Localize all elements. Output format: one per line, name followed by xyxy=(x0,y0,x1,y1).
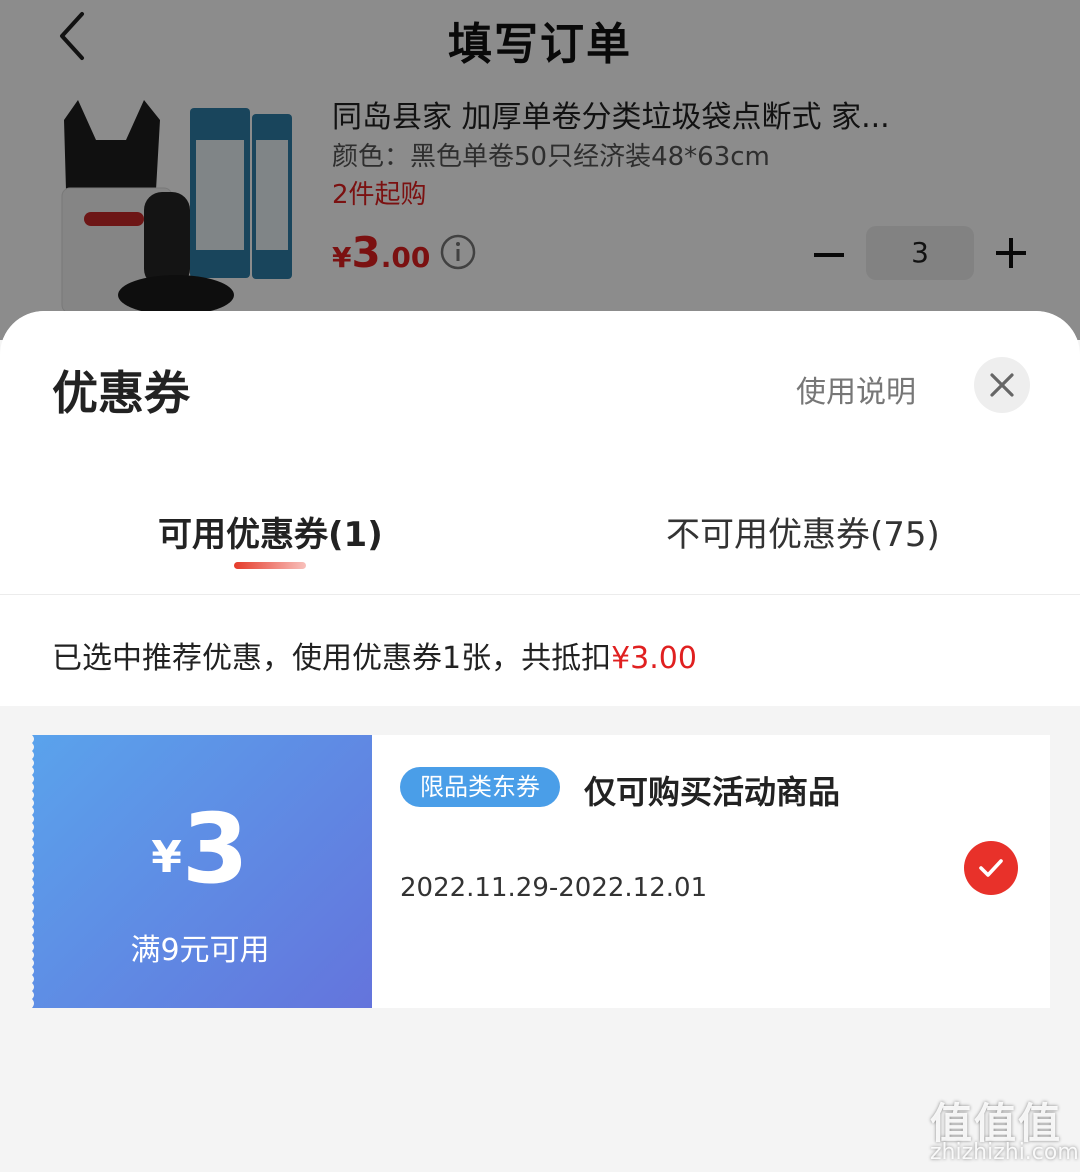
usage-instructions-link[interactable]: 使用说明 xyxy=(796,367,916,411)
coupon-category-tag: 限品类东券 xyxy=(400,767,560,807)
coupon-validity-date: 2022.11.29-2022.12.01 xyxy=(400,873,708,903)
coupon-value-panel: ¥3 满9元可用 xyxy=(28,735,372,1008)
coupon-card[interactable]: ¥3 满9元可用 限品类东券 仅可购买活动商品 2022.11.29-2022.… xyxy=(28,735,1050,1008)
coupon-amount: ¥3 xyxy=(28,793,372,905)
sheet-title: 优惠券 xyxy=(52,366,190,420)
coupon-currency: ¥ xyxy=(151,832,182,883)
tab-unavailable-coupons[interactable]: 不可用优惠券(75) xyxy=(666,507,940,556)
active-tab-indicator xyxy=(234,562,306,569)
summary-text: 已选中推荐优惠，使用优惠券1张，共抵扣 xyxy=(52,641,612,676)
checkmark-icon xyxy=(979,859,1003,877)
coupon-sheet: 优惠券 使用说明 可用优惠券(1) 不可用优惠券(75) 已选中推荐优惠，使用优… xyxy=(0,311,1080,1172)
modal-dim-overlay[interactable] xyxy=(0,0,1080,340)
close-icon xyxy=(990,373,1014,397)
coupon-condition: 满9元可用 xyxy=(130,933,270,968)
watermark-text: zhizhizhi.com xyxy=(930,1140,1079,1165)
coupon-description: 仅可购买活动商品 xyxy=(584,773,841,811)
coupon-value: 3 xyxy=(181,793,249,905)
summary-amount: ¥3.00 xyxy=(611,641,697,676)
divider xyxy=(0,594,1080,595)
coupon-select-checkbox[interactable] xyxy=(964,841,1018,895)
close-button[interactable] xyxy=(974,357,1030,413)
selection-summary: 已选中推荐优惠，使用优惠券1张，共抵扣¥3.00 xyxy=(52,633,697,677)
tab-available-coupons[interactable]: 可用优惠券(1) xyxy=(158,507,383,556)
